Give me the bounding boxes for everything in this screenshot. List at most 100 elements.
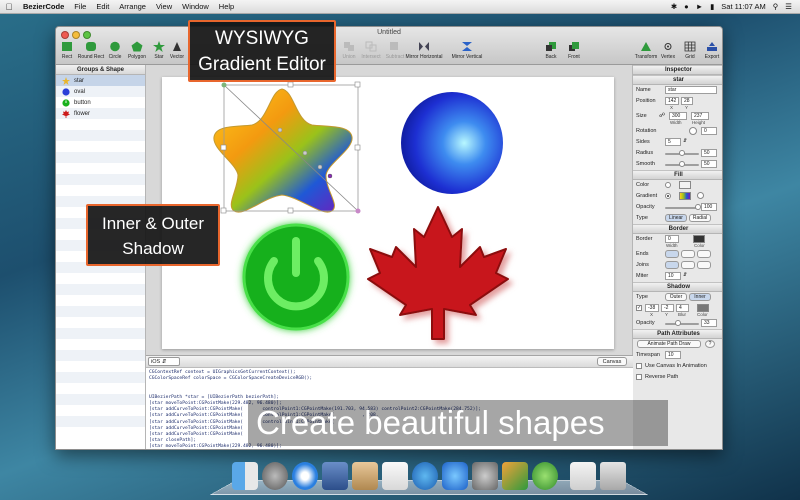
reminders-icon[interactable]: [382, 462, 408, 490]
shadow-x-field[interactable]: -38: [645, 304, 659, 312]
help-button[interactable]: ?: [705, 340, 715, 348]
menu-view[interactable]: View: [151, 2, 177, 11]
rotation-dial[interactable]: [689, 127, 697, 135]
canvas-button[interactable]: Canvas: [597, 357, 627, 366]
shadow-color-swatch[interactable]: [697, 304, 709, 312]
clock[interactable]: Sat 11:07 AM: [721, 2, 765, 11]
volume-icon[interactable]: ►: [696, 2, 703, 11]
border-width-field[interactable]: 0: [665, 235, 679, 243]
apple-menu-icon[interactable]: : [0, 2, 18, 12]
width-field[interactable]: 300: [669, 112, 687, 120]
wifi-icon[interactable]: ●: [684, 2, 689, 11]
sidebar-item-flower[interactable]: flower: [56, 108, 145, 119]
resize-handle[interactable]: [354, 144, 361, 151]
gradient-stop-handle[interactable]: [317, 164, 323, 170]
shadow-blur-field[interactable]: 4: [676, 304, 689, 312]
line-cap-round-button[interactable]: [681, 250, 695, 258]
gradient-options-icon[interactable]: [697, 192, 704, 199]
sides-field[interactable]: 5: [665, 138, 681, 146]
fill-type-radial-button[interactable]: Radial: [689, 214, 711, 222]
beziercode-icon[interactable]: [502, 462, 528, 490]
itunes-icon[interactable]: [412, 462, 438, 490]
shadow-opacity-field[interactable]: 33: [701, 319, 717, 327]
menu-file[interactable]: File: [69, 2, 91, 11]
sidebar-item-star[interactable]: star: [56, 75, 145, 86]
radius-slider-knob[interactable]: [679, 150, 685, 156]
menu-app-name[interactable]: BezierCode: [18, 2, 69, 11]
resize-handle[interactable]: [287, 207, 294, 214]
tool-front-button[interactable]: Front: [559, 41, 589, 60]
mail-icon[interactable]: [322, 462, 348, 490]
miter-field[interactable]: 10: [665, 272, 681, 280]
bluetooth-icon[interactable]: ✱: [671, 2, 677, 11]
lock-ratio-icon[interactable]: ☍: [659, 112, 665, 119]
reverse-path-checkbox[interactable]: [636, 374, 642, 380]
trash-icon[interactable]: [600, 462, 626, 490]
smooth-field[interactable]: 50: [701, 160, 717, 168]
radius-field[interactable]: 50: [701, 149, 717, 157]
platform-select[interactable]: iOS ⇵: [148, 357, 180, 366]
tool-mirror-horizontal-button[interactable]: Mirror Horizontal: [402, 41, 446, 60]
rotation-field[interactable]: 0: [701, 127, 717, 135]
spotlight-icon[interactable]: ⚲: [773, 2, 779, 11]
launchpad-icon[interactable]: [262, 462, 288, 490]
position-y-field[interactable]: 28: [681, 97, 693, 105]
oval-shape[interactable]: [401, 92, 503, 194]
name-field[interactable]: star: [665, 86, 717, 94]
fill-gradient-swatch[interactable]: [679, 192, 691, 200]
system-preferences-icon[interactable]: [472, 462, 498, 490]
maple-leaf-shape[interactable]: [367, 206, 509, 340]
shadow-inner-button[interactable]: Inner: [689, 293, 711, 301]
line-join-miter-button[interactable]: [665, 261, 679, 269]
gradient-stop-handle[interactable]: [302, 150, 308, 156]
duration-field[interactable]: 10: [665, 351, 681, 359]
fill-opacity-field[interactable]: 100: [701, 203, 717, 211]
star-shape[interactable]: [213, 88, 353, 213]
shadow-opacity-knob[interactable]: [675, 320, 681, 326]
power-button-shape[interactable]: [242, 223, 350, 331]
line-join-bevel-button[interactable]: [697, 261, 711, 269]
gradient-stop-handle[interactable]: [327, 173, 333, 179]
shadow-opacity-slider[interactable]: [665, 323, 699, 325]
line-join-round-button[interactable]: [681, 261, 695, 269]
document-icon[interactable]: [570, 462, 596, 490]
animate-path-draw-button[interactable]: Animate Path Draw: [637, 340, 701, 348]
drawing-canvas[interactable]: [162, 77, 614, 349]
resize-handle[interactable]: [220, 144, 227, 151]
border-color-swatch[interactable]: [693, 235, 705, 243]
contacts-icon[interactable]: [352, 462, 378, 490]
line-cap-square-button[interactable]: [697, 250, 711, 258]
menu-window[interactable]: Window: [177, 2, 214, 11]
sides-stepper[interactable]: ⇵: [683, 138, 687, 144]
fill-opacity-slider[interactable]: [665, 207, 699, 209]
finder-icon[interactable]: [232, 462, 258, 490]
resize-handle[interactable]: [220, 207, 227, 214]
gradient-end-handle[interactable]: [355, 208, 361, 214]
sidebar-item-oval[interactable]: oval: [56, 86, 145, 97]
sidebar-item-button[interactable]: button: [56, 97, 145, 108]
leaf-app-icon[interactable]: [532, 462, 558, 490]
smooth-slider-knob[interactable]: [679, 161, 685, 167]
tool-mirror-vertical-button[interactable]: Mirror Vertical: [448, 41, 486, 60]
resize-handle[interactable]: [354, 81, 361, 88]
safari-icon[interactable]: [292, 462, 318, 490]
miter-stepper[interactable]: ⇵: [683, 272, 687, 278]
menu-edit[interactable]: Edit: [91, 2, 114, 11]
use-canvas-animation-checkbox[interactable]: [636, 363, 642, 369]
fill-gradient-radio[interactable]: [665, 193, 671, 199]
shadow-enabled-checkbox[interactable]: ✓: [636, 305, 642, 311]
height-field[interactable]: 237: [691, 112, 709, 120]
menu-arrange[interactable]: Arrange: [114, 2, 151, 11]
app-store-icon[interactable]: [442, 462, 468, 490]
notification-icon[interactable]: ☰: [785, 2, 792, 11]
gradient-stop-handle[interactable]: [277, 127, 283, 133]
menu-help[interactable]: Help: [214, 2, 239, 11]
shadow-y-field[interactable]: -2: [661, 304, 674, 312]
battery-icon[interactable]: ▮: [710, 2, 714, 11]
shadow-outer-button[interactable]: Outer: [665, 293, 687, 301]
tool-export-button[interactable]: Export: [697, 41, 722, 60]
position-x-field[interactable]: 142: [665, 97, 679, 105]
resize-handle[interactable]: [287, 81, 294, 88]
fill-type-linear-button[interactable]: Linear: [665, 214, 687, 222]
fill-color-swatch[interactable]: [679, 181, 691, 189]
